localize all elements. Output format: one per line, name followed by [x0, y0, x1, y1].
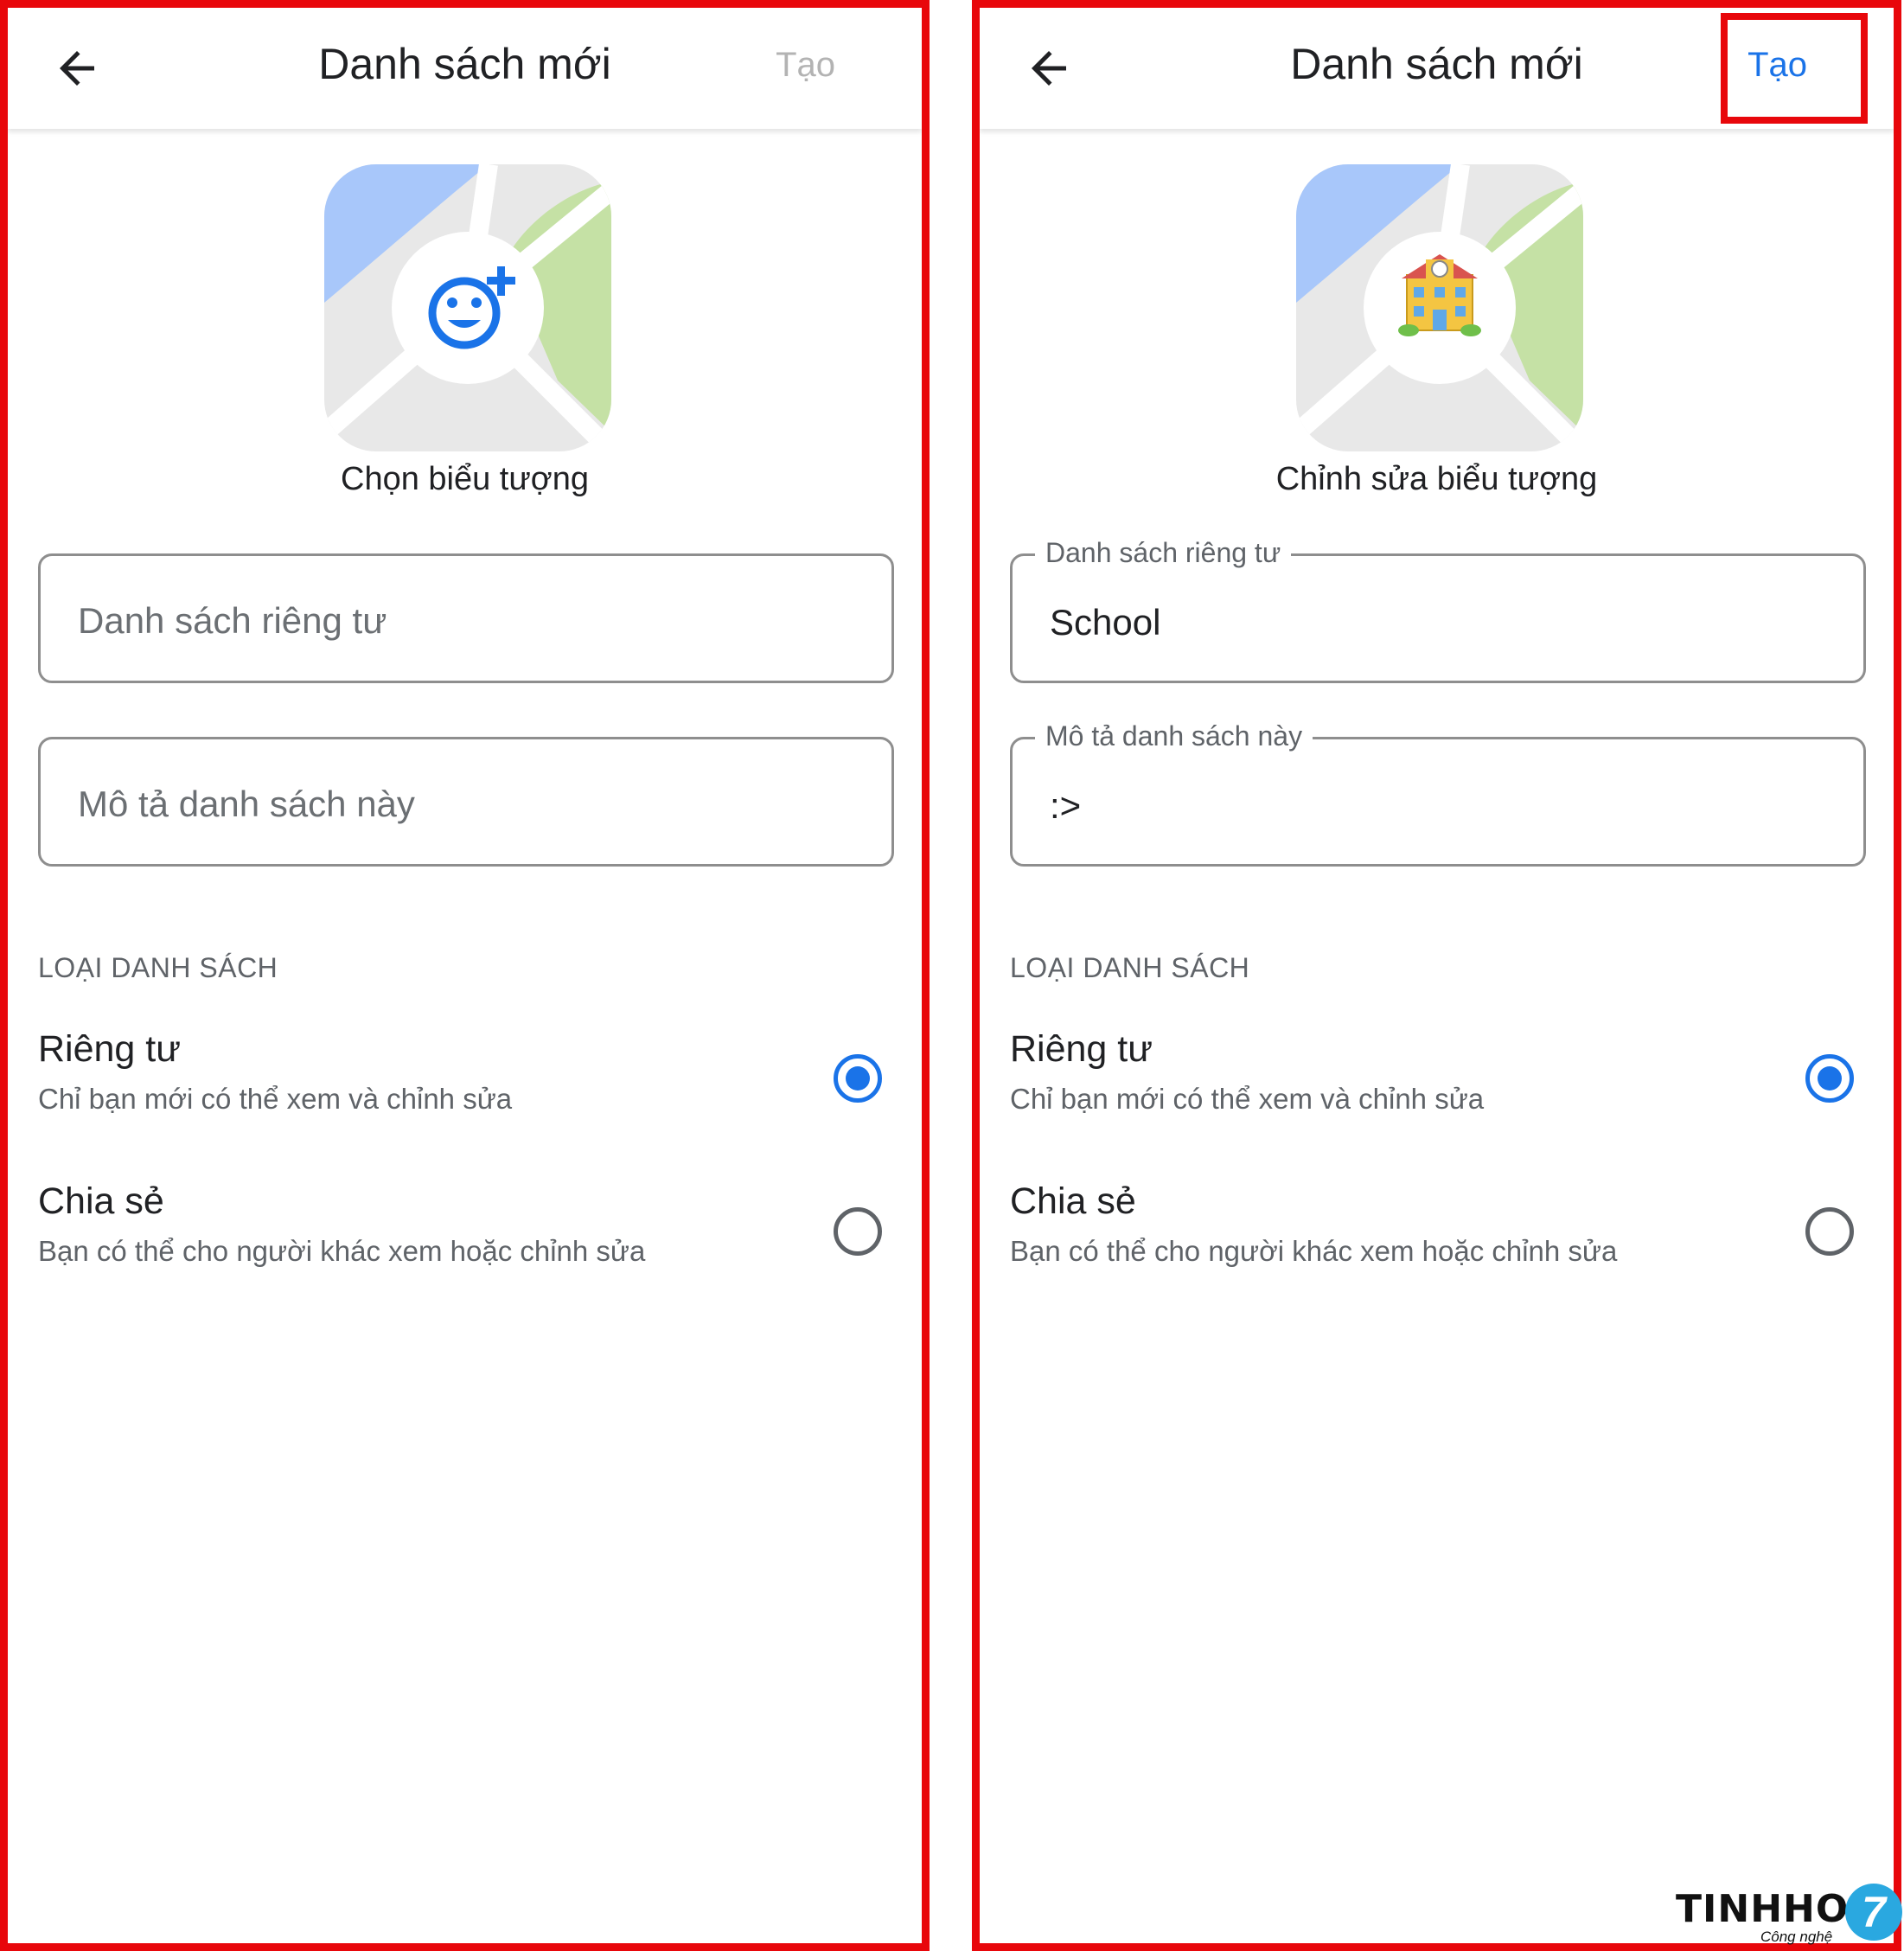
create-button[interactable]: Tạo: [776, 46, 835, 85]
list-type-heading: LOẠI DANH SÁCH: [38, 952, 278, 983]
option-title: Chia sẻ: [1010, 1180, 1136, 1222]
option-title: Chia sẻ: [38, 1180, 164, 1222]
option-subtitle: Bạn có thể cho người khác xem hoặc chỉnh…: [38, 1235, 646, 1267]
list-description-input[interactable]: Mô tả danh sách này: [38, 737, 894, 867]
list-name-input[interactable]: Danh sách riêng tư School: [1010, 537, 1866, 683]
list-name-value: School: [1050, 602, 1161, 643]
app-bar: Danh sách mới Tạo: [980, 8, 1894, 129]
list-name-label: Danh sách riêng tư: [1035, 537, 1292, 569]
icon-caption[interactable]: Chỉnh sửa biểu tượng: [980, 461, 1894, 498]
list-description-input[interactable]: Mô tả danh sách này :>: [1010, 720, 1866, 867]
list-icon-picker[interactable]: [1296, 164, 1583, 451]
highlight-box: [1721, 13, 1868, 124]
option-subtitle: Bạn có thể cho người khác xem hoặc chỉnh…: [1010, 1235, 1618, 1267]
watermark-logo: TINHHOA Công nghệ 7: [1676, 1875, 1904, 1951]
radio-shared[interactable]: [834, 1207, 882, 1256]
list-description-placeholder: Mô tả danh sách này: [78, 784, 415, 824]
option-subtitle: Chỉ bạn mới có thể xem và chỉnh sửa: [38, 1083, 513, 1115]
icon-caption[interactable]: Chọn biểu tượng: [8, 461, 922, 498]
list-type-heading: LOẠI DANH SÁCH: [1010, 952, 1250, 983]
option-title: Riêng tư: [1010, 1028, 1153, 1070]
list-name-placeholder: Danh sách riêng tư: [78, 600, 387, 641]
screen-panel-left: Danh sách mới Tạo Chọn biểu tượng Danh s…: [0, 0, 930, 1951]
list-name-input[interactable]: Danh sách riêng tư: [38, 553, 894, 683]
list-icon-picker[interactable]: [324, 164, 611, 451]
radio-private[interactable]: [834, 1054, 882, 1103]
option-subtitle: Chỉ bạn mới có thể xem và chỉnh sửa: [1010, 1083, 1485, 1115]
radio-shared[interactable]: [1805, 1207, 1854, 1256]
list-description-label: Mô tả danh sách này: [1035, 720, 1313, 752]
watermark-tagline: Công nghệ: [1760, 1929, 1833, 1945]
app-bar: Danh sách mới Tạo: [8, 8, 922, 129]
radio-private[interactable]: [1805, 1054, 1854, 1103]
screen-panel-right: Danh sách mới Tạo Chỉnh sửa biểu tượng D…: [972, 0, 1901, 1951]
list-description-value: :>: [1050, 785, 1082, 826]
watermark-mark: 7: [1845, 1884, 1902, 1941]
option-title: Riêng tư: [38, 1028, 182, 1070]
